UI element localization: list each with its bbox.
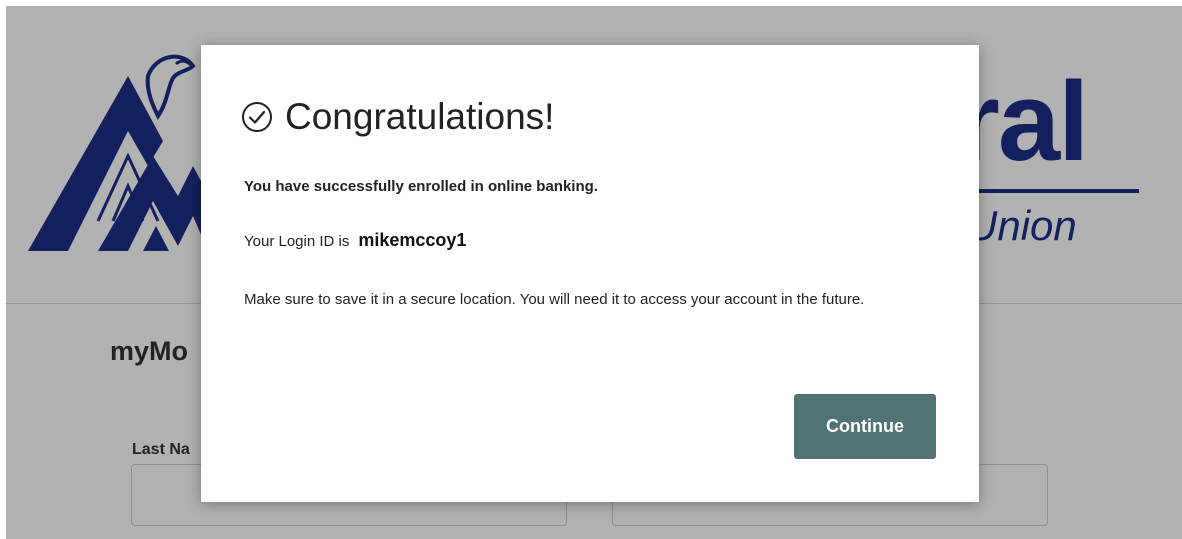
enrollment-success-dialog: Congratulations! You have successfully e… [201,45,979,502]
dialog-title: Congratulations! [241,97,554,137]
check-circle-icon [242,102,272,132]
success-message: You have successfully enrolled in online… [244,178,598,195]
login-id-value: mikemccoy1 [358,230,467,250]
browser-viewport: eral dit Union myMo Last Na Congratulati… [6,6,1182,539]
save-instructions: Make sure to save it in a secure locatio… [244,291,865,308]
login-id-prefix: Your Login ID is [244,233,350,250]
login-id-line: Your Login ID is mikemccoy1 [244,230,466,251]
dialog-title-text: Congratulations! [285,96,555,137]
continue-button[interactable]: Continue [794,394,936,459]
